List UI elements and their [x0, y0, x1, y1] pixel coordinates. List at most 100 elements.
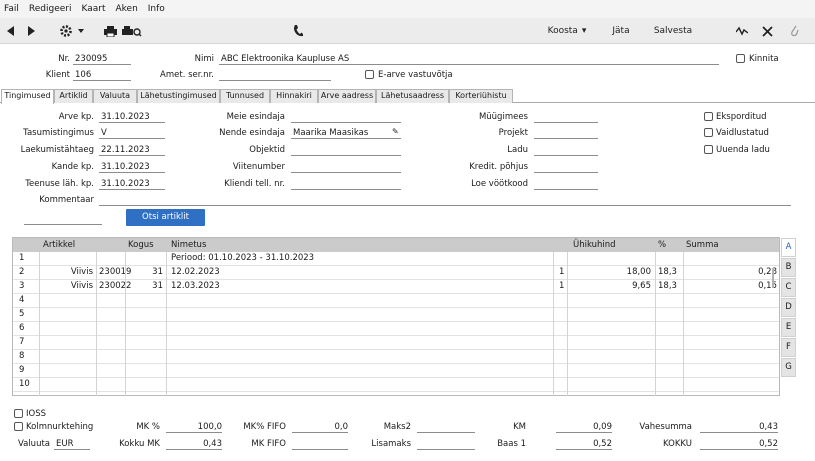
eksporditud-checkbox[interactable]	[704, 112, 713, 121]
loe-vootkood-field[interactable]	[534, 178, 598, 190]
kommentaar-extra-field[interactable]	[24, 213, 102, 225]
expand-icon[interactable]	[760, 22, 774, 40]
table-row[interactable]: 6	[13, 322, 779, 336]
row-cell-pct: 18,3	[658, 267, 677, 277]
tasumistingimus-field[interactable]: V	[99, 127, 165, 139]
lisamaks-label: Lisamaks	[371, 439, 411, 449]
menu-file[interactable]: Fail	[4, 4, 19, 14]
ladu-field[interactable]	[534, 144, 598, 156]
tab-tingimused[interactable]: Tingimused	[1, 89, 54, 104]
forward-arrow-icon[interactable]	[24, 22, 38, 40]
vaidlustatud-checkbox[interactable]	[704, 128, 713, 137]
table-row[interactable]: 1 Periood: 01.10.2023 - 31.10.2023	[13, 252, 779, 266]
table-row[interactable]: 10	[13, 378, 779, 392]
meie-esindaja-field[interactable]	[291, 111, 401, 123]
nimi-field[interactable]: ABC Elektroonika Kaupluse AS	[219, 53, 719, 65]
tab-korteriuhistu[interactable]: Korteriühistu	[449, 89, 513, 103]
mk-fifo-pct-field[interactable]: 0,0	[292, 421, 348, 433]
klient-field[interactable]: 106	[73, 69, 131, 81]
side-tab-c[interactable]: C	[781, 278, 796, 297]
uuenda-ladu-checkbox[interactable]	[704, 145, 713, 154]
kredit-pohjus-field[interactable]	[534, 161, 598, 173]
tab-artiklid[interactable]: Artiklid	[54, 89, 93, 103]
menu-card[interactable]: Kaart	[81, 4, 105, 14]
kokku-mk-field[interactable]: 0,43	[166, 438, 222, 450]
menu-edit[interactable]: Redigeeri	[29, 4, 72, 14]
teenuse-kp-field[interactable]: 31.10.2023	[99, 178, 165, 190]
menu-info[interactable]: Info	[148, 4, 165, 14]
table-row[interactable]: 5	[13, 308, 779, 322]
side-tab-g[interactable]: G	[781, 358, 796, 377]
objektid-field[interactable]	[291, 144, 401, 156]
nende-esindaja-field[interactable]: Maarika Maasikas	[291, 127, 401, 139]
pencil-icon[interactable]: ✎	[392, 127, 399, 136]
arve-kp-field[interactable]: 31.10.2023	[99, 111, 165, 123]
nr-field[interactable]: 230095	[73, 53, 131, 65]
table-row[interactable]: 2 Viivis 230019 31 12.02.2023 1 18,00 18,3 0,28	[13, 266, 779, 280]
lisamaks-field[interactable]	[417, 438, 475, 450]
attachment-icon[interactable]	[787, 22, 801, 40]
rows-grid[interactable]: Artikkel Kogus Nimetus Ühikuhind % Summa…	[12, 237, 780, 396]
tab-hinnakiri[interactable]: Hinnakiri	[270, 89, 318, 103]
print-preview-icon[interactable]	[122, 22, 142, 40]
mk-fifo-field[interactable]	[292, 438, 348, 450]
side-tab-f[interactable]: F	[781, 338, 796, 357]
table-row[interactable]: 7	[13, 336, 779, 350]
projekt-label: Projekt	[498, 128, 528, 138]
print-icon[interactable]	[103, 22, 117, 40]
kinnita-checkbox[interactable]	[736, 54, 745, 63]
back-arrow-icon[interactable]	[4, 22, 18, 40]
kommentaar-field[interactable]	[99, 194, 791, 206]
side-tab-d[interactable]: D	[781, 298, 796, 317]
maks2-field[interactable]	[417, 421, 475, 433]
table-row[interactable]: 8	[13, 350, 779, 364]
tab-tunnused[interactable]: Tunnused	[220, 89, 270, 103]
table-row[interactable]: 3 Viivis 230022 31 12.03.2023 1 9,65 18,3 0,15	[13, 280, 779, 294]
muugimees-field[interactable]	[534, 111, 598, 123]
search-article-button[interactable]: Otsi artiklit	[126, 209, 205, 226]
laekumistahtaeg-field[interactable]: 22.11.2023	[99, 144, 165, 156]
col-artikkel: Artikkel	[43, 240, 76, 250]
side-tab-a[interactable]: A	[781, 238, 796, 257]
km-field[interactable]: 0,09	[556, 421, 612, 433]
mk-fifo-pct-label: MK% FIFO	[243, 422, 286, 432]
side-tab-e[interactable]: E	[781, 318, 796, 337]
table-row[interactable]: 9	[13, 364, 779, 378]
ioss-checkbox[interactable]	[14, 409, 23, 418]
kokku-field[interactable]: 0,52	[700, 438, 778, 450]
grid-col-divider	[125, 252, 126, 396]
loe-vootkood-label: Loe vöötkood	[471, 179, 528, 189]
salvesta-button[interactable]: Salvesta	[650, 22, 696, 40]
objektid-label: Objektid	[249, 145, 285, 155]
tab-valuuta[interactable]: Valuuta	[93, 89, 137, 103]
row-cell-n: 9	[19, 365, 25, 375]
gear-icon[interactable]	[58, 22, 88, 40]
grid-col-divider	[567, 252, 568, 396]
mk-pct-field[interactable]: 100,0	[166, 421, 222, 433]
projekt-field[interactable]	[534, 127, 598, 139]
kolmnurktehing-checkbox[interactable]	[14, 422, 23, 431]
viitenumber-field[interactable]	[291, 161, 401, 173]
activity-icon[interactable]	[735, 22, 749, 40]
koosta-dropdown[interactable]: Koosta ▾	[544, 22, 590, 40]
table-row[interactable]: 4	[13, 294, 779, 308]
earve-checkbox[interactable]	[365, 70, 374, 79]
valuuta-field[interactable]: EUR	[54, 438, 90, 450]
grid-scrollbar[interactable]	[772, 268, 774, 288]
phone-icon[interactable]	[292, 22, 304, 40]
kande-kp-field[interactable]: 31.10.2023	[99, 161, 165, 173]
tab-lahetustingimused[interactable]: Lähetustingimused	[137, 89, 220, 103]
jata-button[interactable]: Jäta	[609, 22, 633, 40]
meie-esindaja-label: Meie esindaja	[226, 112, 285, 122]
tab-arve-aadress[interactable]: Arve aadress	[318, 89, 376, 103]
baas1-field[interactable]: 0,52	[556, 438, 612, 450]
kliendi-tell-field[interactable]	[291, 178, 401, 190]
menu-window[interactable]: Aken	[115, 4, 137, 14]
row-cell-n: 6	[19, 323, 25, 333]
row-cell-n: 7	[19, 337, 25, 347]
tab-lahetusaadress[interactable]: Lähetusaadress	[376, 89, 449, 103]
row-cell-a1: Viivis	[70, 281, 93, 291]
amet-ser-field[interactable]	[219, 69, 331, 81]
vahesumma-field[interactable]: 0,43	[700, 421, 778, 433]
side-tab-b[interactable]: B	[781, 258, 796, 277]
